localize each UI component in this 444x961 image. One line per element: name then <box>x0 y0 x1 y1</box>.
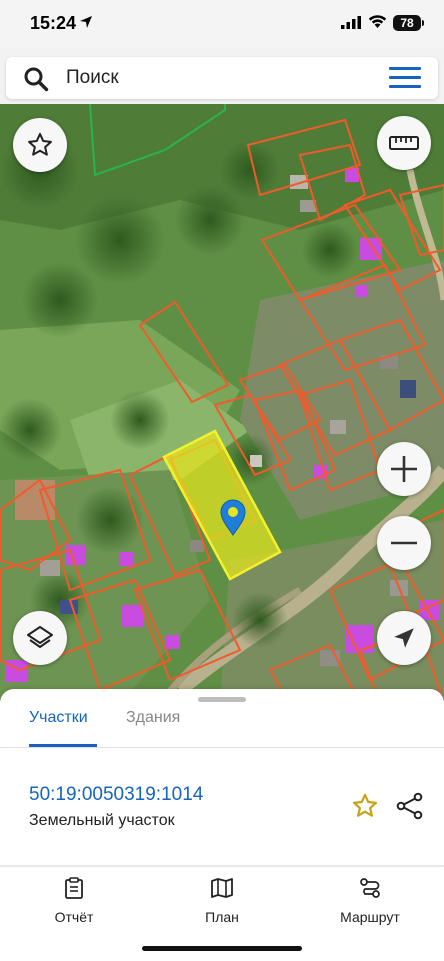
cellular-signal-icon <box>341 16 361 29</box>
nav-plan[interactable]: План <box>167 877 277 925</box>
ruler-icon <box>389 136 419 150</box>
map-book-icon <box>211 878 233 898</box>
plus-icon <box>391 456 417 482</box>
report-icon <box>65 877 83 899</box>
zoom-in-button[interactable] <box>377 442 431 496</box>
cadastral-number[interactable]: 50:19:0050319:1014 <box>29 784 203 806</box>
search-input[interactable]: Поиск <box>66 67 119 89</box>
nav-route[interactable]: Маршрут <box>315 877 425 925</box>
navigation-arrow-icon <box>394 628 414 648</box>
parcel-info-sheet: Участки Здания 50:19:0050319:1014 Земель… <box>0 689 444 865</box>
nav-report-label: Отчёт <box>54 909 94 925</box>
status-time: 15:24 <box>30 13 77 33</box>
parcel-type-label: Земельный участок <box>29 812 175 829</box>
favorite-star-icon[interactable] <box>351 792 379 820</box>
route-icon <box>360 878 380 898</box>
tab-buildings[interactable]: Здания <box>126 709 180 727</box>
hamburger-menu-icon[interactable] <box>389 67 421 89</box>
nav-plan-label: План <box>205 909 239 925</box>
status-bar: 15:24 78 <box>0 0 444 48</box>
zoom-out-button[interactable] <box>377 516 431 570</box>
share-icon[interactable] <box>396 792 424 820</box>
nav-report[interactable]: Отчёт <box>19 877 129 925</box>
nav-route-label: Маршрут <box>340 909 400 925</box>
location-arrow-icon <box>80 16 92 28</box>
sheet-drag-handle[interactable] <box>198 697 246 702</box>
tab-parcels[interactable]: Участки <box>29 709 88 727</box>
home-indicator <box>142 946 302 951</box>
search-icon <box>24 67 49 92</box>
ruler-button[interactable] <box>377 116 431 170</box>
star-outline-icon <box>28 132 52 156</box>
map-view[interactable] <box>0 104 444 704</box>
layers-icon <box>27 626 53 648</box>
wifi-icon <box>368 15 387 28</box>
battery-indicator: 78 <box>393 15 424 31</box>
my-location-button[interactable] <box>377 611 431 665</box>
tabs-divider <box>0 747 444 748</box>
search-bar[interactable]: Поиск <box>6 57 438 99</box>
satellite-map[interactable] <box>0 104 444 704</box>
favorites-button[interactable] <box>13 118 67 172</box>
minus-icon <box>391 541 417 545</box>
layers-button[interactable] <box>13 611 67 665</box>
